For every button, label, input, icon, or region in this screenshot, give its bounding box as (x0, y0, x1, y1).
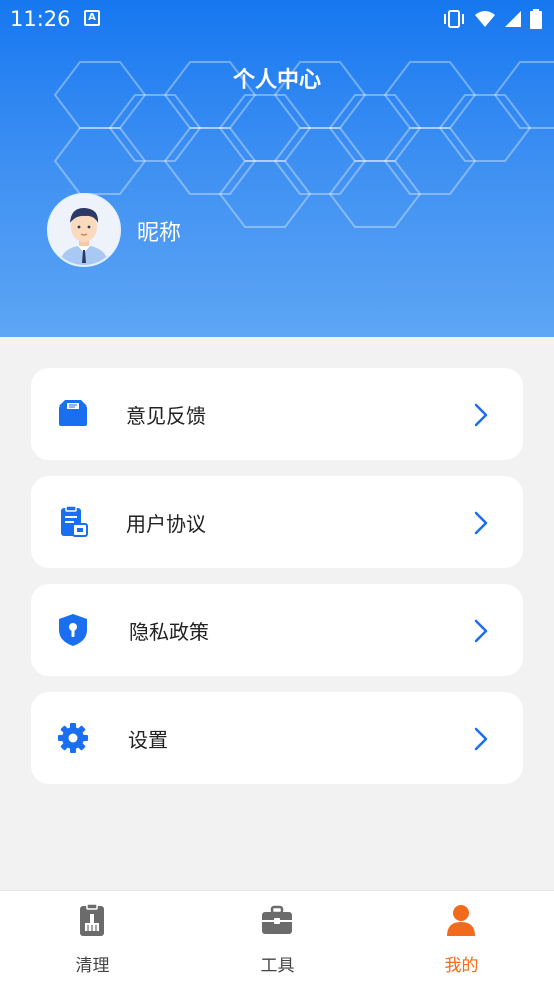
privacy-shield-icon (59, 614, 87, 646)
menu-item-feedback[interactable]: 意见反馈 (31, 368, 523, 460)
chevron-right-icon (474, 403, 488, 427)
profile-icon (447, 905, 475, 936)
tab-label: 清理 (75, 956, 110, 976)
feedback-icon (59, 400, 87, 426)
agreement-icon (61, 505, 88, 537)
chevron-right-icon (474, 511, 488, 535)
signal-icon (505, 11, 521, 27)
chevron-right-icon (474, 727, 488, 751)
chevron-right-icon (474, 619, 488, 643)
menu-item-agreement[interactable]: 用户协议 (31, 476, 523, 568)
bottom-tab-bar: 清理 工具 我的 (0, 890, 554, 984)
profile-header (0, 0, 554, 337)
notification-icon: A (84, 10, 100, 26)
tab-profile[interactable]: 我的 (369, 891, 554, 984)
status-icons (442, 9, 542, 29)
menu-item-privacy[interactable]: 隐私政策 (31, 584, 523, 676)
menu-item-label: 用户协议 (126, 512, 206, 536)
page-title: 个人中心 (232, 68, 321, 93)
menu-item-label: 隐私政策 (129, 620, 209, 644)
clean-icon (80, 903, 104, 936)
tab-clean[interactable]: 清理 (0, 891, 185, 984)
status-bar: 11:26 A (0, 0, 554, 38)
gear-icon (58, 723, 88, 753)
user-avatar-icon (49, 195, 119, 265)
menu-item-label: 意见反馈 (126, 404, 206, 428)
menu-item-settings[interactable]: 设置 (31, 692, 523, 784)
nickname[interactable]: 昵称 (137, 215, 181, 247)
vibrate-icon (444, 10, 464, 28)
status-time: 11:26 (10, 7, 71, 31)
toolbox-icon (262, 905, 292, 934)
avatar[interactable] (47, 193, 121, 267)
wifi-icon (475, 11, 495, 27)
tab-label: 我的 (444, 956, 479, 976)
menu-item-label: 设置 (128, 728, 168, 752)
battery-icon (530, 9, 542, 29)
hexagon-background (53, 61, 554, 228)
tab-tools[interactable]: 工具 (185, 891, 370, 984)
tab-label: 工具 (260, 956, 295, 976)
